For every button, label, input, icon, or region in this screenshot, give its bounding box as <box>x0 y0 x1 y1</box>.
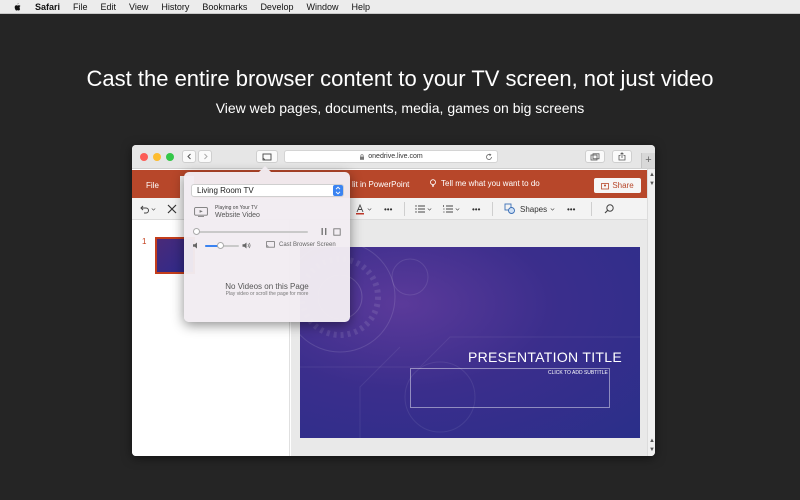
browser-toolbar: onedrive.live.com + <box>132 145 655 169</box>
cast-button[interactable] <box>256 150 278 163</box>
volume-low-icon <box>193 242 197 249</box>
menu-file[interactable]: File <box>73 2 88 12</box>
cast-icon <box>266 241 275 248</box>
device-select-stepper[interactable] <box>333 185 343 196</box>
cast-popover: Living Room TV Playing on Your TV Websit… <box>184 166 350 322</box>
share-label: Share <box>612 181 634 190</box>
close-icon <box>167 204 177 214</box>
shapes-button[interactable]: Shapes <box>504 203 556 215</box>
menu-app-name[interactable]: Safari <box>35 2 60 12</box>
menu-develop[interactable]: Develop <box>260 2 293 12</box>
volume-control[interactable] <box>192 241 252 251</box>
tell-me-search[interactable]: Tell me what you want to do <box>429 179 540 188</box>
menu-bar: Safari File Edit View History Bookmarks … <box>0 0 800 14</box>
bullets-button[interactable] <box>414 203 433 215</box>
playback-progress-slider[interactable] <box>193 228 308 235</box>
close-window-button[interactable] <box>140 153 148 161</box>
address-bar[interactable]: onedrive.live.com <box>284 150 498 163</box>
no-videos-hint: Play video or scroll the page for more <box>225 291 309 297</box>
slide[interactable]: PRESENTATION TITLE CLICK TO ADD SUBTITLE <box>300 247 640 438</box>
font-color-icon <box>356 203 364 215</box>
device-name: Living Room TV <box>197 186 254 195</box>
apple-icon[interactable] <box>12 2 22 12</box>
divider <box>492 202 493 216</box>
divider <box>591 202 592 216</box>
share-icon <box>618 152 626 161</box>
open-in-powerpoint-button[interactable]: lit in PowerPoint <box>352 180 409 189</box>
divider <box>404 202 405 216</box>
slide-background-graphic <box>300 247 640 438</box>
forward-button[interactable] <box>198 150 212 163</box>
new-tab-button[interactable]: + <box>641 153 655 168</box>
undo-icon <box>140 205 149 214</box>
chevron-down-icon <box>367 208 372 211</box>
scroll-down-arrow-icon[interactable]: ▼ <box>648 446 655 454</box>
tv-icon <box>194 207 208 217</box>
cast-browser-screen-label: Cast Browser Screen <box>279 241 336 248</box>
tab-file[interactable]: File <box>146 181 159 190</box>
chevron-down-icon <box>427 208 432 211</box>
menu-window[interactable]: Window <box>306 2 338 12</box>
menu-view[interactable]: View <box>129 2 148 12</box>
tell-me-text: Tell me what you want to do <box>441 179 540 188</box>
slide-title[interactable]: PRESENTATION TITLE <box>468 349 622 365</box>
find-button[interactable] <box>603 203 615 215</box>
chevron-down-icon <box>550 208 555 211</box>
url-text: onedrive.live.com <box>368 153 423 160</box>
back-button[interactable] <box>182 150 196 163</box>
bullet-list-icon <box>415 205 425 213</box>
close-ribbon-button[interactable] <box>166 203 178 215</box>
undo-button[interactable] <box>138 203 157 215</box>
menu-help[interactable]: Help <box>351 2 370 12</box>
more-paragraph-options-button[interactable]: ••• <box>472 203 480 215</box>
vertical-scrollbar[interactable]: ▲ ▼ ▲ ▼ <box>647 169 655 456</box>
slide-number: 1 <box>142 237 147 246</box>
menu-bookmarks[interactable]: Bookmarks <box>202 2 247 12</box>
up-down-chevron-icon <box>335 186 341 195</box>
menu-history[interactable]: History <box>161 2 189 12</box>
cast-icon <box>262 153 272 160</box>
popover-arrow <box>259 166 271 172</box>
lock-icon <box>360 153 365 160</box>
chevron-right-icon <box>203 153 208 160</box>
hero-title: Cast the entire browser content to your … <box>86 66 714 91</box>
shapes-label: Shapes <box>520 204 548 214</box>
slide-subtitle: CLICK TO ADD SUBTITLE <box>548 370 608 376</box>
font-color-button[interactable] <box>354 203 373 215</box>
shapes-icon <box>504 203 515 214</box>
pause-icon[interactable] <box>320 227 328 236</box>
chevron-down-icon <box>455 208 460 211</box>
share-person-icon <box>601 182 610 189</box>
search-icon <box>604 204 614 214</box>
volume-knob[interactable] <box>217 242 225 249</box>
zoom-window-button[interactable] <box>166 153 174 161</box>
minimize-window-button[interactable] <box>153 153 161 161</box>
cast-browser-screen-button[interactable]: Cast Browser Screen <box>266 241 336 248</box>
more-insert-options-button[interactable]: ••• <box>567 203 575 215</box>
more-font-options-button[interactable]: ••• <box>384 203 392 215</box>
chevron-left-icon <box>186 153 191 160</box>
scroll-down-arrow-icon[interactable]: ▼ <box>648 180 655 188</box>
numbered-list-icon <box>443 205 453 213</box>
progress-knob[interactable] <box>193 228 200 235</box>
reload-icon[interactable] <box>485 153 493 161</box>
volume-high-icon <box>242 242 251 249</box>
playing-status: Playing on Your TV <box>215 205 258 211</box>
volume-slider[interactable] <box>205 242 239 249</box>
device-select[interactable]: Living Room TV <box>191 184 344 197</box>
playing-source: Website Video <box>215 212 260 219</box>
scroll-up-arrow-icon[interactable]: ▲ <box>648 171 655 179</box>
menu-edit[interactable]: Edit <box>101 2 117 12</box>
tab-overview-button[interactable] <box>585 150 605 163</box>
hero-subtitle: View web pages, documents, media, games … <box>215 100 585 116</box>
stop-icon[interactable] <box>333 228 341 236</box>
scroll-up-arrow-icon[interactable]: ▲ <box>648 437 655 445</box>
no-videos-title: No Videos on this Page <box>225 282 309 291</box>
numbering-button[interactable] <box>442 203 461 215</box>
chevron-down-icon <box>151 208 156 211</box>
tabs-icon <box>590 152 600 160</box>
share-button[interactable]: Share <box>594 178 641 193</box>
share-page-button[interactable] <box>612 150 632 163</box>
lightbulb-icon <box>430 179 436 187</box>
